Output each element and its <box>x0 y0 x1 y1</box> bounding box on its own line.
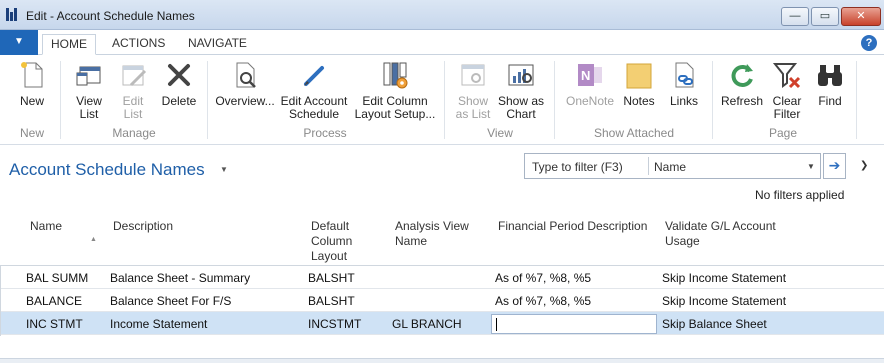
clear-filter-icon <box>771 59 803 91</box>
binoculars-icon <box>814 59 846 91</box>
column-header-description[interactable]: Description <box>113 219 173 234</box>
cell-financial-period-description[interactable]: As of %7, %8, %5 <box>495 271 591 285</box>
app-menu-button[interactable]: ▼ <box>0 30 38 55</box>
refresh-button[interactable]: Refresh <box>718 59 766 108</box>
view-list-icon <box>73 59 105 91</box>
notes-icon <box>623 59 655 91</box>
filter-input[interactable]: Type to filter (F3) <box>532 160 623 174</box>
ribbon-separator <box>207 61 208 139</box>
svg-text:N: N <box>581 68 590 83</box>
group-label-show-attached: Show Attached <box>593 126 675 140</box>
ribbon-tabs: ▼ HOME ACTIONS NAVIGATE ? <box>0 30 884 55</box>
group-label-process: Process <box>303 126 347 140</box>
filter-divider <box>648 157 649 175</box>
window-title-bar: Edit - Account Schedule Names — ▭ ✕ <box>0 0 884 30</box>
group-label-new: New <box>19 126 44 140</box>
filter-field-select[interactable]: Name <box>654 160 686 174</box>
pencil-icon <box>298 59 330 91</box>
ribbon-separator <box>712 61 713 139</box>
filter-box: Type to filter (F3) Name ▼ <box>524 153 821 179</box>
view-list-button[interactable]: View List <box>68 59 110 121</box>
column-header-validate-gl-account-usage[interactable]: Validate G/L Account Usage <box>665 219 776 249</box>
cell-default-column-layout[interactable]: BALSHT <box>308 271 355 285</box>
grid-header: Name ▲ Description Default Column Layout… <box>0 210 884 266</box>
cell-description[interactable]: Balance Sheet For F/S <box>110 294 231 308</box>
chart-icon <box>505 59 537 91</box>
cell-validate-gl-account-usage[interactable]: Skip Balance Sheet <box>662 317 767 331</box>
cell-validate-gl-account-usage[interactable]: Skip Income Statement <box>662 294 786 308</box>
chevron-down-icon[interactable]: ▼ <box>807 162 815 171</box>
delete-x-icon <box>163 59 195 91</box>
table-row[interactable]: BAL SUMM Balance Sheet - Summary BALSHT … <box>0 266 884 289</box>
no-filters-text: No filters applied <box>755 188 845 202</box>
edit-list-button[interactable]: Edit List <box>114 59 152 121</box>
edit-list-icon <box>117 59 149 91</box>
onenote-icon: N <box>574 59 606 91</box>
column-header-default-column-layout[interactable]: Default Column Layout <box>311 219 352 264</box>
table-row-selected[interactable]: INC STMT Income Statement INCSTMT GL BRA… <box>0 312 884 335</box>
ribbon-separator <box>554 61 555 139</box>
group-label-view: View <box>487 126 513 140</box>
grid-left-border <box>0 266 1 336</box>
ribbon-separator <box>60 61 61 139</box>
sort-ascending-icon: ▲ <box>90 236 97 243</box>
group-label-page: Page <box>768 126 798 140</box>
column-layout-settings-icon <box>379 59 411 91</box>
column-header-financial-period-description[interactable]: Financial Period Description <box>498 219 647 234</box>
close-button[interactable]: ✕ <box>841 7 881 26</box>
ribbon: New New View List Edit List Delete Manag… <box>0 55 884 145</box>
cell-name[interactable]: BALANCE <box>26 294 82 308</box>
help-icon[interactable]: ? <box>861 35 877 51</box>
overview-button[interactable]: Overview... <box>214 59 276 108</box>
links-button[interactable]: Links <box>664 59 704 108</box>
links-icon <box>668 59 700 91</box>
cell-name[interactable]: INC STMT <box>26 317 83 331</box>
ribbon-separator <box>856 61 857 139</box>
financial-period-description-edit-field[interactable] <box>491 314 657 334</box>
clear-filter-button[interactable]: Clear Filter <box>768 59 806 121</box>
tab-navigate[interactable]: NAVIGATE <box>180 34 255 55</box>
cell-analysis-view-name[interactable]: GL BRANCH <box>392 317 462 331</box>
column-header-name[interactable]: Name <box>30 219 62 234</box>
edit-account-schedule-button[interactable]: Edit Account Schedule <box>278 59 350 121</box>
cell-default-column-layout[interactable]: BALSHT <box>308 294 355 308</box>
onenote-button[interactable]: N OneNote <box>562 59 618 108</box>
cell-validate-gl-account-usage[interactable]: Skip Income Statement <box>662 271 786 285</box>
edit-column-layout-setup-button[interactable]: Edit Column Layout Setup... <box>354 59 436 121</box>
refresh-icon <box>726 59 758 91</box>
cell-description[interactable]: Income Statement <box>110 317 207 331</box>
tab-actions[interactable]: ACTIONS <box>104 34 173 55</box>
window-title: Edit - Account Schedule Names <box>26 9 195 23</box>
window-bottom-border <box>0 358 884 363</box>
cell-financial-period-description[interactable]: As of %7, %8, %5 <box>495 294 591 308</box>
show-as-list-button[interactable]: Show as List <box>452 59 494 121</box>
delete-button[interactable]: Delete <box>158 59 200 108</box>
notes-button[interactable]: Notes <box>620 59 658 108</box>
cell-name[interactable]: BAL SUMM <box>26 271 88 285</box>
show-as-chart-button[interactable]: Show as Chart <box>496 59 546 121</box>
maximize-button[interactable]: ▭ <box>811 7 839 26</box>
minimize-button[interactable]: — <box>781 7 809 26</box>
text-caret <box>496 318 497 331</box>
dynamics-nav-logo-icon <box>6 8 20 21</box>
new-document-icon <box>16 59 48 91</box>
tab-home[interactable]: HOME <box>42 34 96 55</box>
close-icon: ✕ <box>856 10 866 22</box>
find-button[interactable]: Find <box>812 59 848 108</box>
table-row[interactable]: BALANCE Balance Sheet For F/S BALSHT As … <box>0 289 884 312</box>
new-button[interactable]: New <box>10 59 54 108</box>
minimize-icon: — <box>789 10 801 22</box>
cell-default-column-layout[interactable]: INCSTMT <box>308 317 361 331</box>
show-as-list-icon <box>457 59 489 91</box>
column-header-analysis-view-name[interactable]: Analysis View Name <box>395 219 469 249</box>
page-title[interactable]: Account Schedule Names <box>9 160 205 180</box>
overview-magnifier-icon <box>229 59 261 91</box>
group-label-manage: Manage <box>112 126 156 140</box>
collapse-chevron-icon[interactable]: ❯ <box>860 160 868 171</box>
page-title-dropdown-icon[interactable]: ▼ <box>220 165 228 174</box>
ribbon-separator <box>444 61 445 139</box>
cell-description[interactable]: Balance Sheet - Summary <box>110 271 250 285</box>
apply-filter-arrow-icon[interactable]: ➔ <box>823 153 846 179</box>
maximize-icon: ▭ <box>819 10 831 22</box>
